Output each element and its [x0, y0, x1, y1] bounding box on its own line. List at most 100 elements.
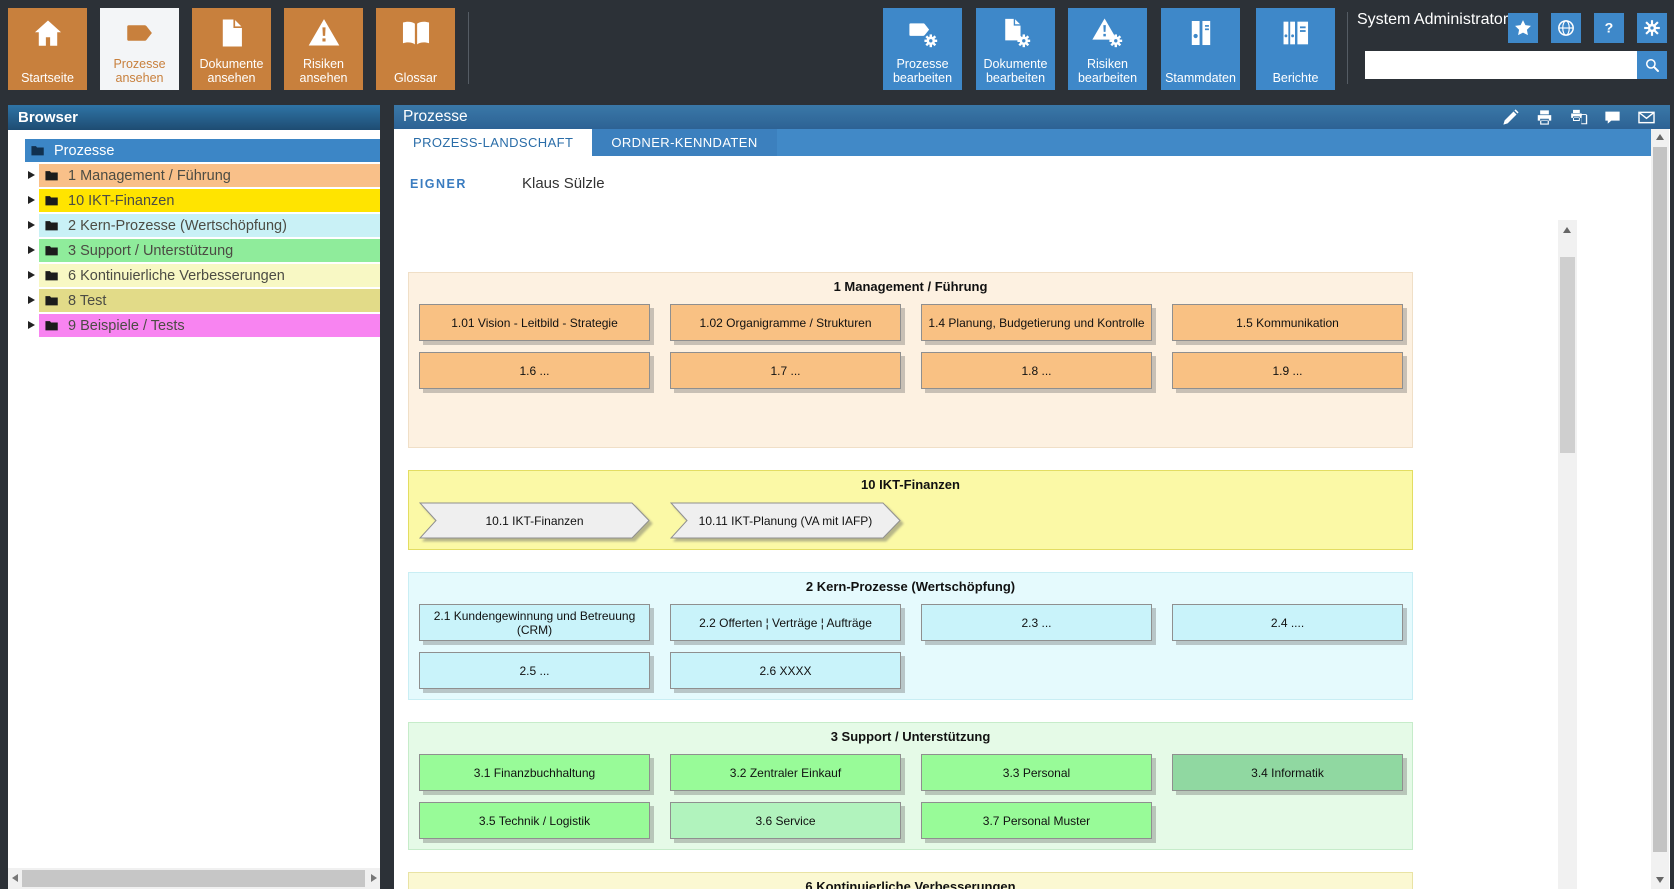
- collapse-caret-icon[interactable]: [28, 196, 35, 204]
- process-box-2-6-xxxx[interactable]: 2.6 XXXX: [670, 652, 901, 689]
- search-button[interactable]: [1637, 51, 1667, 79]
- tree-item-10-ikt-finanzen[interactable]: 10 IKT-Finanzen: [8, 189, 380, 212]
- process-box-1-9[interactable]: 1.9 ...: [1172, 352, 1403, 389]
- home-icon: [8, 16, 87, 50]
- risk-triangle-icon: [284, 16, 363, 50]
- collapse-caret-icon[interactable]: [28, 221, 35, 229]
- star-icon: [1513, 18, 1533, 38]
- tree-item-8-test[interactable]: 8 Test: [8, 289, 380, 312]
- process-box-3-1-finanzbuchhaltung[interactable]: 3.1 Finanzbuchhaltung: [419, 754, 650, 791]
- nav-button-label: Risiken bearbeiten: [1077, 57, 1138, 85]
- page-scroll-up-icon[interactable]: [1656, 134, 1664, 140]
- print-icon[interactable]: [1535, 108, 1554, 127]
- nav-button-label: Prozesse ansehen: [113, 57, 166, 85]
- process-box-1-5-kommunikation[interactable]: 1.5 Kommunikation: [1172, 304, 1403, 341]
- comment-icon[interactable]: [1603, 108, 1622, 127]
- process-box-2-5[interactable]: 2.5 ...: [419, 652, 650, 689]
- nav-stammdaten[interactable]: Stammdaten: [1161, 8, 1240, 90]
- landscape-scroll-up-button[interactable]: [1558, 220, 1577, 240]
- process-box-3-5-technik-logistik[interactable]: 3.5 Technik / Logistik: [419, 802, 650, 839]
- sidebar-hscroll-thumb[interactable]: [22, 870, 365, 887]
- process-box-2-4[interactable]: 2.4 ....: [1172, 604, 1403, 641]
- tab-prozess-landschaft[interactable]: PROZESS-LANDSCHAFT: [394, 129, 593, 156]
- scroll-right-icon[interactable]: [371, 874, 377, 882]
- collapse-caret-icon[interactable]: [28, 271, 35, 279]
- nav-berichte[interactable]: Berichte: [1256, 8, 1335, 90]
- section-title: 3 Support / Unterstützung: [830, 729, 991, 744]
- nav-prozesse-bearbeiten[interactable]: Prozesse bearbeiten: [883, 8, 962, 90]
- tree-item-9-beispiele-tests[interactable]: 9 Beispiele / Tests: [8, 314, 380, 337]
- nav-button-label: Dokumente bearbeiten: [983, 57, 1048, 85]
- tree-root-prozesse[interactable]: Prozesse: [8, 139, 380, 162]
- tree-item-label: 1 Management / Führung: [68, 167, 231, 184]
- page-scroll-down-icon[interactable]: [1656, 877, 1664, 883]
- nav-glossar[interactable]: Glossar: [376, 8, 455, 90]
- main-panel: Prozesse PROZESS-LANDSCHAFT ORDNER-KENNDA…: [394, 105, 1670, 889]
- edit-pencil-icon[interactable]: [1501, 108, 1520, 127]
- collapse-caret-icon[interactable]: [28, 246, 35, 254]
- nav-startseite[interactable]: Startseite: [8, 8, 87, 90]
- collapse-caret-icon[interactable]: [28, 321, 35, 329]
- print-all-icon[interactable]: [1569, 108, 1588, 127]
- search-input[interactable]: [1365, 51, 1637, 79]
- process-box-3-4-informatik[interactable]: 3.4 Informatik: [1172, 754, 1403, 791]
- section-2-kern-prozesse-wertsch-pfung: 2 Kern-Prozesse (Wertschöpfung) 2.1 Kunde…: [408, 572, 1413, 700]
- process-box-label: 1.9 ...: [1272, 363, 1303, 378]
- process-box-1-02-organigramme-strukturen[interactable]: 1.02 Organigramme / Strukturen: [670, 304, 901, 341]
- process-tag-gear-icon: [883, 16, 962, 50]
- process-box-1-01-vision-leitbild-strategie[interactable]: 1.01 Vision - Leitbild - Strategie: [419, 304, 650, 341]
- nav-prozesse-ansehen[interactable]: Prozesse ansehen: [100, 8, 179, 90]
- process-box-2-2-offerten-vertr-ge-auftr-ge[interactable]: 2.2 Offerten ¦ Verträge ¦ Aufträge: [670, 604, 901, 641]
- process-arrow-label: 10.11 IKT-Planung (VA mit IAFP): [698, 513, 873, 528]
- collapse-caret-icon[interactable]: [28, 296, 35, 304]
- mail-icon[interactable]: [1637, 108, 1656, 127]
- section-title: 1 Management / Führung: [833, 279, 988, 294]
- process-box-label: 3.2 Zentraler Einkauf: [729, 765, 842, 780]
- nav-dokumente-bearbeiten[interactable]: Dokumente bearbeiten: [976, 8, 1055, 90]
- process-box-label: 1.02 Organigramme / Strukturen: [699, 315, 872, 330]
- section-1-management-f-hrung: 1 Management / Führung 1.01 Vision - Leit…: [408, 272, 1413, 448]
- process-box-1-4-planung-budgetierung-und-kontrolle[interactable]: 1.4 Planung, Budgetierung und Kontrolle: [921, 304, 1152, 341]
- tree-item-1-management-f-hrung[interactable]: 1 Management / Führung: [8, 164, 380, 187]
- process-arrow-10-1-ikt-finanzen[interactable]: 10.1 IKT-Finanzen: [418, 502, 650, 539]
- help-button[interactable]: ?: [1594, 13, 1624, 43]
- process-box-3-2-zentraler-einkauf[interactable]: 3.2 Zentraler Einkauf: [670, 754, 901, 791]
- page-scroll-thumb[interactable]: [1653, 147, 1667, 852]
- process-box-label: 1.6 ...: [519, 363, 550, 378]
- language-button[interactable]: [1551, 13, 1581, 43]
- expand-caret-icon[interactable]: [11, 148, 19, 155]
- scroll-left-icon[interactable]: [12, 874, 18, 882]
- favorites-button[interactable]: [1508, 13, 1538, 43]
- process-box-3-7-personal-muster[interactable]: 3.7 Personal Muster: [921, 802, 1152, 839]
- process-landscape-content: EIGNER Klaus Sülzle 1 Management / Führu…: [394, 156, 1651, 889]
- process-box-1-7[interactable]: 1.7 ...: [670, 352, 901, 389]
- process-box-1-6[interactable]: 1.6 ...: [419, 352, 650, 389]
- settings-button[interactable]: [1637, 13, 1667, 43]
- tree-item-band: 2 Kern-Prozesse (Wertschöpfung): [39, 214, 380, 237]
- process-box-label: 2.1 Kundengewinnung und Betreuung (CRM): [433, 608, 636, 637]
- nav-risiken-bearbeiten[interactable]: Risiken bearbeiten: [1068, 8, 1147, 90]
- process-arrow-10-11-ikt-planung-va-mit-iafp[interactable]: 10.11 IKT-Planung (VA mit IAFP): [669, 502, 901, 539]
- tree-item-band: 10 IKT-Finanzen: [39, 189, 380, 212]
- section-row: 2.5 ... 2.6 XXXX: [409, 652, 1412, 689]
- tab-ordner-kenndaten[interactable]: ORDNER-KENNDATEN: [592, 129, 777, 156]
- tree-item-6-kontinuierliche-verbesserungen[interactable]: 6 Kontinuierliche Verbesserungen: [8, 264, 380, 287]
- collapse-caret-icon[interactable]: [28, 171, 35, 179]
- process-box-2-3[interactable]: 2.3 ...: [921, 604, 1152, 641]
- tree-item-3-support-unterst-tzung[interactable]: 3 Support / Unterstützung: [8, 239, 380, 262]
- nav-risiken-ansehen[interactable]: Risiken ansehen: [284, 8, 363, 90]
- nav-dokumente-ansehen[interactable]: Dokumente ansehen: [192, 8, 271, 90]
- masterdata-binder-icon: [1161, 16, 1240, 50]
- landscape-scroll-thumb[interactable]: [1560, 257, 1575, 453]
- tree-item-2-kern-prozesse-wertsch-pfung[interactable]: 2 Kern-Prozesse (Wertschöpfung): [8, 214, 380, 237]
- owner-value: Klaus Sülzle: [522, 175, 605, 192]
- section-title: 2 Kern-Prozesse (Wertschöpfung): [805, 579, 1016, 594]
- toolbar-divider: [468, 12, 469, 84]
- tree-item-label: 9 Beispiele / Tests: [68, 317, 185, 334]
- process-box-2-1-kundengewinnung-und-betreuung-crm[interactable]: 2.1 Kundengewinnung und Betreuung (CRM): [419, 604, 650, 641]
- process-box-3-3-personal[interactable]: 3.3 Personal: [921, 754, 1152, 791]
- process-box-1-8[interactable]: 1.8 ...: [921, 352, 1152, 389]
- process-box-3-6-service[interactable]: 3.6 Service: [670, 802, 901, 839]
- process-box-label: 2.5 ...: [519, 663, 550, 678]
- process-box-label: 2.2 Offerten ¦ Verträge ¦ Aufträge: [699, 615, 872, 630]
